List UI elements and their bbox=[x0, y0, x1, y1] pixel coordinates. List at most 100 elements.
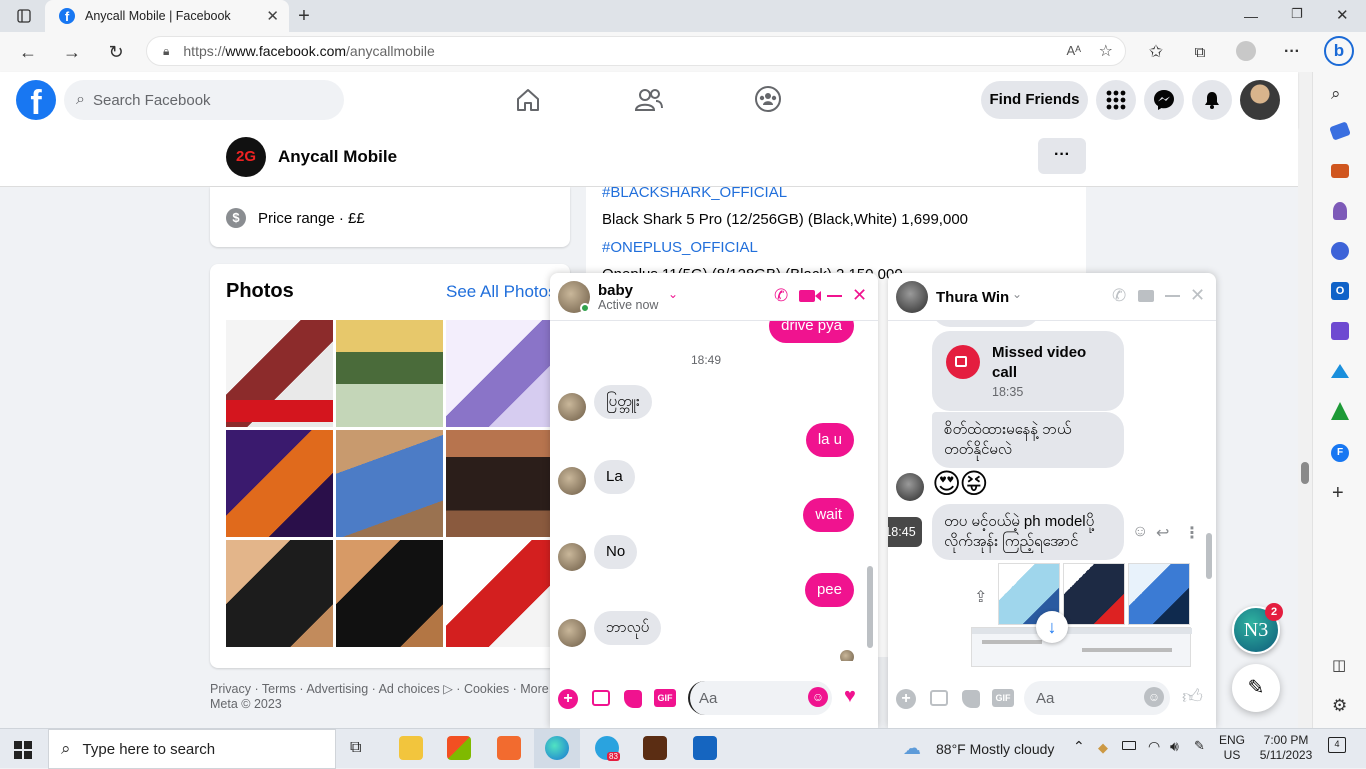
screenshot-attachment[interactable] bbox=[971, 627, 1192, 667]
tray-app-icon[interactable]: ◆ bbox=[1098, 740, 1108, 756]
emoji-picker-icon[interactable]: ☺ bbox=[1144, 687, 1164, 707]
share-icon[interactable]: ⇪ bbox=[974, 587, 987, 607]
message-bubble-in[interactable]: ပြတ္ဘူး bbox=[594, 385, 652, 419]
show-hidden-icons[interactable]: ⌃ bbox=[1073, 738, 1085, 755]
chat-scrollbar[interactable] bbox=[1204, 327, 1214, 667]
footer-adchoices-link[interactable]: Ad choices bbox=[379, 682, 440, 696]
media-app-icon[interactable] bbox=[693, 736, 717, 760]
close-chat-icon[interactable]: ✕ bbox=[852, 285, 867, 306]
profile-icon[interactable] bbox=[1236, 41, 1256, 61]
reply-icon[interactable]: ↩ bbox=[1156, 523, 1169, 543]
chevron-down-icon[interactable]: ⌄ bbox=[668, 287, 678, 301]
missed-video-call-card[interactable]: Missed video call 18:35 bbox=[932, 331, 1124, 411]
photo-thumbnail[interactable] bbox=[446, 540, 553, 647]
more-actions-icon[interactable]: ⋮ bbox=[1184, 523, 1200, 543]
image-attachment[interactable] bbox=[1128, 563, 1190, 625]
favorite-star-icon[interactable]: ☆ bbox=[1099, 41, 1113, 61]
clock[interactable]: 7:00 PM 5/11/2023 bbox=[1254, 733, 1318, 763]
browser-tab[interactable]: f Anycall Mobile | Facebook ✕ bbox=[45, 0, 289, 32]
weather-text[interactable]: 88°F Mostly cloudy bbox=[936, 741, 1054, 757]
photo-thumbnail[interactable] bbox=[336, 430, 443, 537]
profile-avatar[interactable] bbox=[1240, 80, 1280, 120]
message-bubble-in[interactable]: La bbox=[594, 460, 635, 494]
message-bubble-out[interactable]: drive pya bbox=[769, 321, 854, 343]
scroll-to-bottom-button[interactable]: ↓ bbox=[1036, 611, 1068, 643]
favorites-icon[interactable]: ✩ bbox=[1142, 38, 1170, 66]
page-avatar[interactable]: 2G bbox=[226, 137, 266, 177]
footer-advertising-link[interactable]: Advertising bbox=[306, 682, 368, 696]
contact-name[interactable]: Thura Win bbox=[936, 289, 1009, 306]
sidebar-shopping-icon[interactable] bbox=[1329, 121, 1351, 141]
message-bubble-in[interactable]: ဘာလုပ် bbox=[594, 611, 662, 645]
page-name[interactable]: Anycall Mobile bbox=[278, 147, 397, 167]
url-field[interactable]: 🔒︎ https://www.facebook.com/anycallmobil… bbox=[146, 36, 1126, 66]
friends-nav-icon[interactable] bbox=[634, 86, 664, 117]
new-tab-icon[interactable]: + bbox=[290, 2, 318, 30]
message-input[interactable]: Aa ☺ bbox=[1024, 681, 1170, 715]
groups-nav-icon[interactable] bbox=[754, 85, 782, 116]
emoji-message[interactable]: 😍😝 bbox=[932, 467, 988, 501]
message-bubble-out[interactable]: la u bbox=[805, 423, 854, 457]
restore-window-icon[interactable]: ❐ bbox=[1291, 6, 1303, 22]
file-explorer-icon[interactable] bbox=[399, 736, 423, 760]
sidebar-tools-icon[interactable] bbox=[1331, 164, 1349, 178]
page-more-button[interactable]: ··· bbox=[1038, 138, 1086, 174]
app-icon[interactable] bbox=[497, 736, 521, 760]
sidebar-designer-icon[interactable] bbox=[1331, 322, 1349, 340]
message-bubble-in[interactable]: No bbox=[594, 535, 638, 569]
photo-thumbnail[interactable] bbox=[446, 430, 553, 537]
read-aloud-icon[interactable]: A͏ᴬ bbox=[1066, 43, 1081, 58]
home-nav-icon[interactable] bbox=[514, 86, 542, 117]
language-indicator[interactable]: ENG US bbox=[1219, 733, 1245, 763]
footer-privacy-link[interactable]: Privacy bbox=[210, 682, 251, 696]
photo-thumbnail[interactable] bbox=[336, 320, 443, 427]
sticker-icon[interactable] bbox=[962, 690, 980, 708]
back-icon[interactable]: ← bbox=[14, 38, 42, 66]
footer-more-link[interactable]: More bbox=[520, 682, 548, 696]
attach-photo-icon[interactable] bbox=[592, 690, 610, 706]
sidebar-split-icon[interactable]: ◫ bbox=[1332, 656, 1346, 674]
scrollbar-thumb[interactable] bbox=[1301, 462, 1309, 484]
minimize-chat-icon[interactable] bbox=[827, 295, 842, 297]
contact-name[interactable]: baby bbox=[598, 282, 633, 299]
volume-icon[interactable]: 🔊︎ bbox=[1170, 738, 1179, 755]
sidebar-send-icon[interactable] bbox=[1331, 364, 1349, 378]
photo-thumbnail[interactable] bbox=[336, 540, 443, 647]
sidebar-search-icon[interactable]: ⌕ bbox=[1331, 84, 1341, 104]
menu-button[interactable] bbox=[1096, 80, 1136, 120]
message-list[interactable]: drive pya 18:49 ပြတ္ဘူး la u La wait No … bbox=[550, 321, 878, 661]
notifications-button[interactable] bbox=[1192, 80, 1232, 120]
hashtag-link[interactable]: #ONEPLUS_OFFICIAL bbox=[602, 239, 758, 256]
bing-copilot-icon[interactable]: b bbox=[1324, 36, 1354, 66]
add-more-icon[interactable]: + bbox=[896, 689, 916, 709]
edge-browser-icon[interactable] bbox=[545, 736, 569, 760]
more-options-icon[interactable]: ··· bbox=[1278, 38, 1306, 66]
image-attachment[interactable] bbox=[1063, 563, 1125, 625]
search-facebook-input[interactable]: ⌕ Search Facebook bbox=[64, 80, 344, 120]
see-all-photos-link[interactable]: See All Photos bbox=[446, 282, 557, 302]
hashtag-link[interactable]: #BLACKSHARK_OFFICIAL bbox=[602, 187, 787, 201]
find-friends-button[interactable]: Find Friends bbox=[981, 81, 1088, 119]
voice-call-icon[interactable]: ✆ bbox=[774, 286, 788, 306]
message-bubble-out[interactable]: pee bbox=[804, 573, 854, 607]
message-bubble-in[interactable]: စိတ်ထဲထားမနေနဲ့ ဘယ်တတ်နိုင်မလဲ bbox=[932, 412, 1124, 468]
emoji-picker-icon[interactable]: ☺ bbox=[808, 687, 828, 707]
facebook-logo-icon[interactable]: f bbox=[16, 80, 56, 120]
new-message-button[interactable]: ✎ bbox=[1232, 664, 1280, 712]
sidebar-games-icon[interactable] bbox=[1333, 202, 1347, 220]
sidebar-f-icon[interactable]: F bbox=[1331, 444, 1349, 462]
sidebar-outlook-icon[interactable]: O bbox=[1331, 282, 1349, 300]
minimize-window-icon[interactable]: — bbox=[1244, 8, 1258, 24]
heart-reaction-icon[interactable]: ♥ bbox=[844, 685, 856, 708]
footer-terms-link[interactable]: Terms bbox=[262, 682, 296, 696]
photo-thumbnail[interactable] bbox=[226, 430, 333, 537]
windows-start-icon[interactable] bbox=[14, 741, 32, 762]
chat-scrollbar-thumb[interactable] bbox=[867, 566, 873, 648]
sidebar-add-icon[interactable]: + bbox=[1332, 482, 1344, 505]
game-app-icon[interactable] bbox=[643, 736, 667, 760]
thumbs-up-icon[interactable]: 👍︎ bbox=[1182, 685, 1203, 709]
chat-scrollbar-thumb[interactable] bbox=[1206, 533, 1212, 579]
voice-call-icon[interactable]: ✆ bbox=[1112, 286, 1126, 306]
pen-icon[interactable]: ✎ bbox=[1194, 738, 1205, 754]
battery-icon[interactable] bbox=[1122, 741, 1136, 750]
